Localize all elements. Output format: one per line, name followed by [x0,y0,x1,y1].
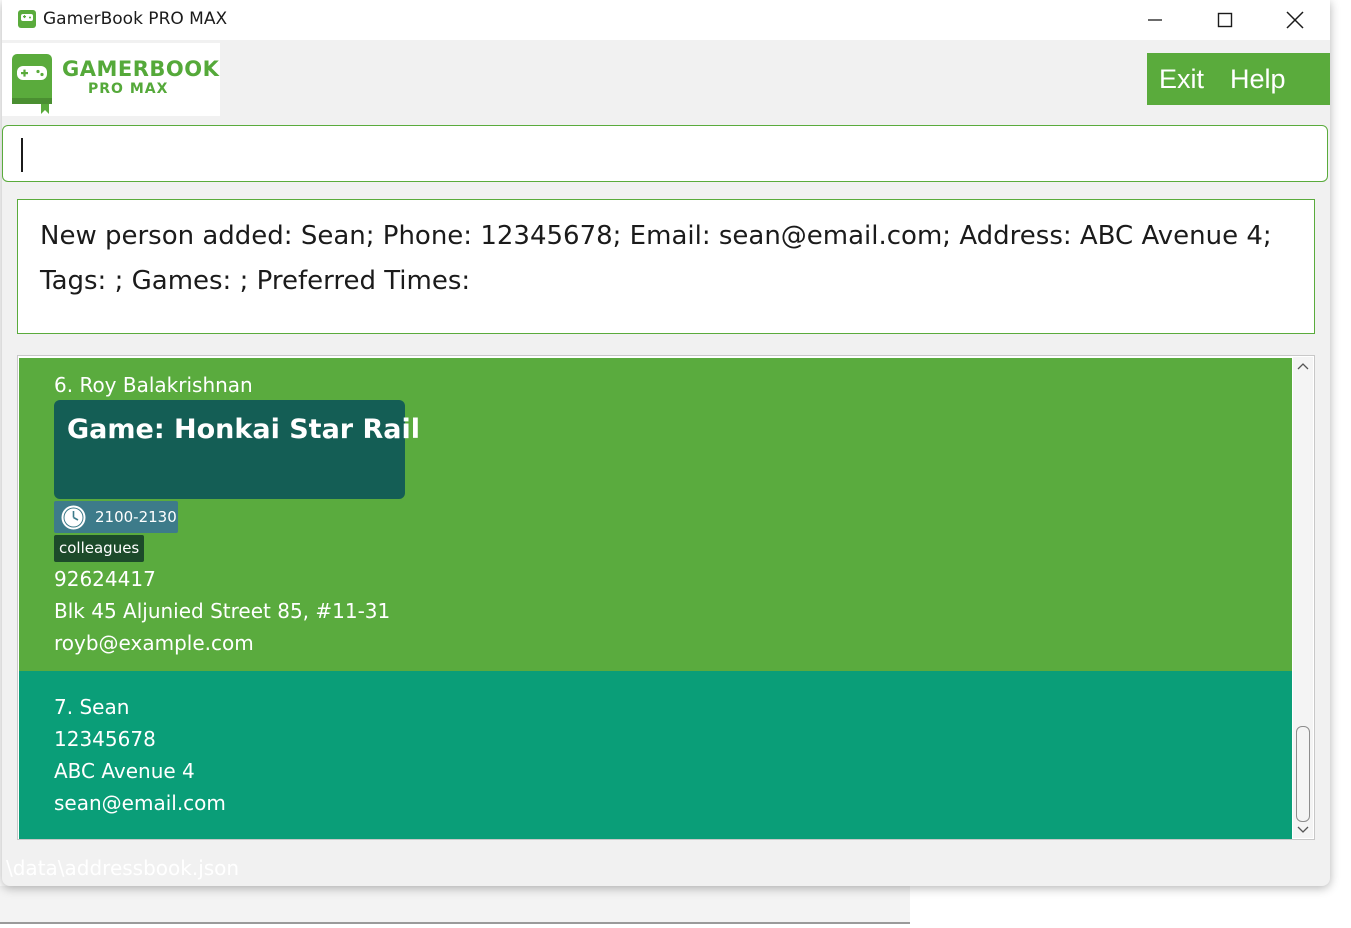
person-email: royb@example.com [54,631,254,655]
text-caret [21,138,23,172]
preferred-time-text: 2100-2130 [95,508,177,526]
person-address: ABC Avenue 4 [54,759,195,783]
menu-help[interactable]: Help [1230,64,1286,95]
minimize-icon [1148,19,1162,21]
logo-title: GAMERBOOK [62,57,220,81]
scroll-up-icon[interactable] [1297,361,1309,371]
person-index-name: 7. Sean [54,695,130,719]
menu-exit[interactable]: Exit [1159,64,1204,95]
scroll-down-icon[interactable] [1297,825,1309,835]
result-display: New person added: Sean; Phone: 12345678;… [17,199,1315,334]
person-phone: 12345678 [54,727,156,751]
tag-badge: colleagues [54,535,145,562]
clock-icon [61,505,86,530]
game-label: Game: Honkai Star Rail [67,414,421,445]
person-phone: 92624417 [54,567,156,591]
gamepad-book-icon [12,54,52,114]
person-card[interactable]: 7. Sean 12345678 ABC Avenue 4 sean@email… [19,671,1292,839]
main-window: GamerBook PRO MAX GAMERBOOK PRO MAX Exit… [2,0,1330,886]
maximize-button[interactable] [1190,0,1260,40]
status-bar-path: \data\addressbook.json [6,856,240,880]
logo-subtitle: PRO MAX [88,81,169,97]
app-logo: GAMERBOOK PRO MAX [2,43,220,116]
scrollbar-thumb[interactable] [1296,726,1310,822]
game-badge: Game: Honkai Star Rail [54,400,420,499]
list-scrollbar[interactable] [1293,357,1313,838]
result-message: New person added: Sean; Phone: 12345678;… [40,221,1272,296]
preferred-time-badge: 2100-2130 [54,501,178,533]
background-window [0,886,910,924]
person-index-name: 6. Roy Balakrishnan [54,373,253,397]
maximize-icon [1217,12,1233,28]
person-address: Blk 45 Aljunied Street 85, #11-31 [54,599,391,623]
close-icon [1286,11,1304,29]
person-list-panel: 6. Roy Balakrishnan Game: Honkai Star Ra… [17,355,1315,840]
person-card[interactable]: 6. Roy Balakrishnan Game: Honkai Star Ra… [19,358,1292,671]
minimize-button[interactable] [1120,0,1190,40]
command-input[interactable] [2,125,1328,182]
person-email: sean@email.com [54,791,226,815]
title-bar: GamerBook PRO MAX [2,0,1330,40]
menu-bar: Exit Help [1147,53,1330,105]
window-title: GamerBook PRO MAX [43,9,228,29]
app-icon [18,10,36,28]
close-button[interactable] [1260,0,1330,40]
